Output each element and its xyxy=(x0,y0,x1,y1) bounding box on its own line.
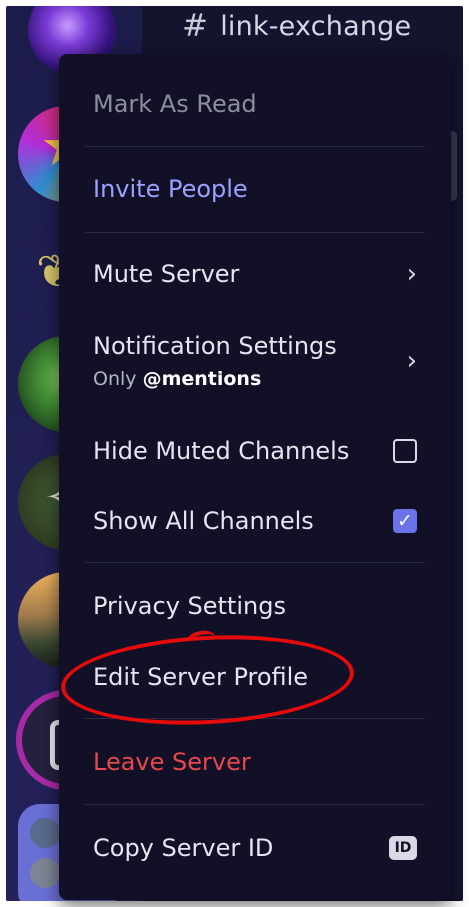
menu-separator xyxy=(85,562,425,563)
menu-item-notification-settings[interactable]: Notification Settings Only @mentions › xyxy=(93,326,417,396)
server-context-menu: Mark As Read Invite People Mute Server ›… xyxy=(59,54,451,900)
menu-item-label: Show All Channels xyxy=(93,507,314,535)
check-icon: ✓ xyxy=(397,510,413,532)
menu-item-mute-server[interactable]: Mute Server › xyxy=(93,257,417,291)
menu-item-copy-server-id[interactable]: Copy Server ID ID xyxy=(93,831,417,865)
hide-muted-checkbox[interactable] xyxy=(393,439,417,463)
menu-item-label: Notification Settings xyxy=(93,332,337,360)
menu-item-label: Copy Server ID xyxy=(93,834,274,862)
menu-item-leave-server[interactable]: Leave Server xyxy=(93,745,417,779)
id-badge-icon: ID xyxy=(389,836,417,860)
menu-item-label: Privacy Settings xyxy=(93,592,286,620)
menu-separator xyxy=(85,146,425,147)
hash-icon: # xyxy=(182,8,209,44)
show-all-checkbox[interactable]: ✓ xyxy=(393,509,417,533)
menu-item-label: Invite People xyxy=(93,175,248,203)
menu-item-label: Edit Server Profile xyxy=(93,663,309,691)
menu-item-show-all-channels[interactable]: Show All Channels ✓ xyxy=(93,504,417,538)
menu-item-label: Mute Server xyxy=(93,260,240,288)
menu-separator xyxy=(85,804,425,805)
channel-header: # link-exchange xyxy=(182,6,411,46)
menu-item-label: Leave Server xyxy=(93,748,251,776)
menu-separator xyxy=(85,718,425,719)
folder-server-icon xyxy=(30,818,60,848)
channel-name: link-exchange xyxy=(220,10,412,42)
chevron-right-icon: › xyxy=(406,259,417,289)
menu-item-hide-muted-channels[interactable]: Hide Muted Channels xyxy=(93,434,417,468)
menu-item-edit-server-profile[interactable]: Edit Server Profile xyxy=(93,660,417,694)
chevron-right-icon: › xyxy=(406,346,417,376)
menu-item-privacy-settings[interactable]: Privacy Settings xyxy=(93,589,417,623)
menu-separator xyxy=(85,232,425,233)
menu-item-mark-as-read[interactable]: Mark As Read xyxy=(93,87,417,121)
menu-item-label: Hide Muted Channels xyxy=(93,437,350,465)
menu-item-invite-people[interactable]: Invite People xyxy=(93,172,417,206)
menu-item-label: Mark As Read xyxy=(93,90,257,118)
folder-server-icon xyxy=(30,858,60,888)
notification-setting-value: Only @mentions xyxy=(93,368,262,390)
